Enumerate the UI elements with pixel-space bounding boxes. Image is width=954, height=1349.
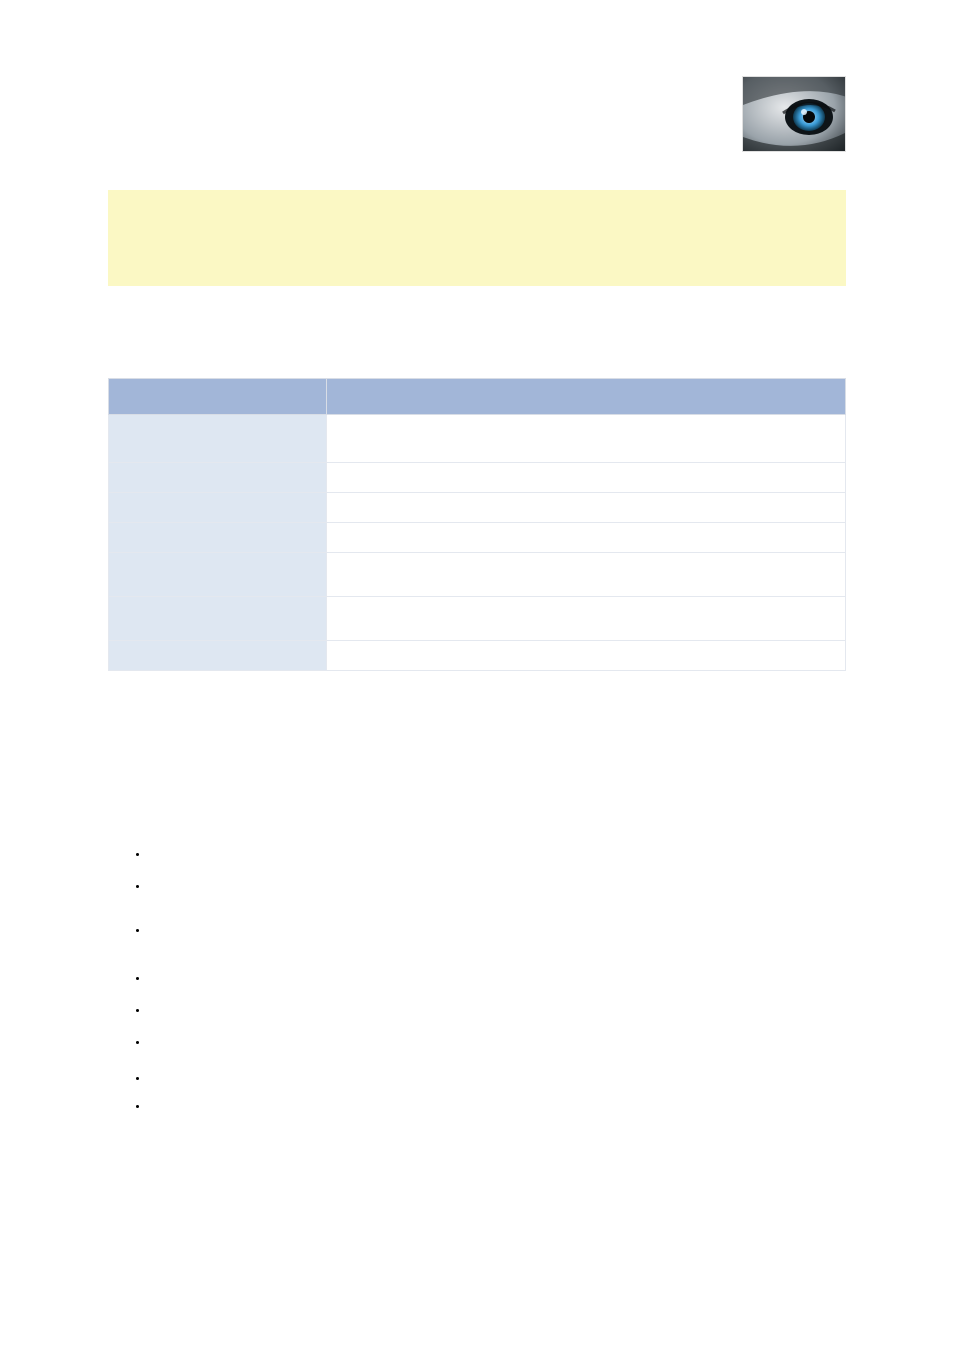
table-header-row xyxy=(109,379,846,415)
table-header-key xyxy=(109,379,327,415)
table-cell-value xyxy=(327,553,846,597)
table-row xyxy=(109,463,846,493)
table-cell-value xyxy=(327,415,846,463)
table-cell-value xyxy=(327,523,846,553)
logo-image xyxy=(742,76,846,152)
table-cell-key xyxy=(109,493,327,523)
table-cell-value xyxy=(327,493,846,523)
callout-box xyxy=(108,190,846,286)
table-cell-value xyxy=(327,463,846,493)
table-row xyxy=(109,553,846,597)
table-row xyxy=(109,493,846,523)
table-body xyxy=(109,415,846,671)
table-row xyxy=(109,597,846,641)
table-cell-key xyxy=(109,553,327,597)
table-cell-key xyxy=(109,641,327,671)
table-cell-key xyxy=(109,523,327,553)
table-row xyxy=(109,415,846,463)
table-cell-value xyxy=(327,641,846,671)
table-cell-key xyxy=(109,463,327,493)
document-page xyxy=(0,0,954,1349)
table-cell-value xyxy=(327,597,846,641)
wolf-eye-icon xyxy=(743,77,846,152)
table-row xyxy=(109,523,846,553)
properties-table xyxy=(108,378,846,671)
table-row xyxy=(109,641,846,671)
table-cell-key xyxy=(109,415,327,463)
table-cell-key xyxy=(109,597,327,641)
table-header-value xyxy=(327,379,846,415)
